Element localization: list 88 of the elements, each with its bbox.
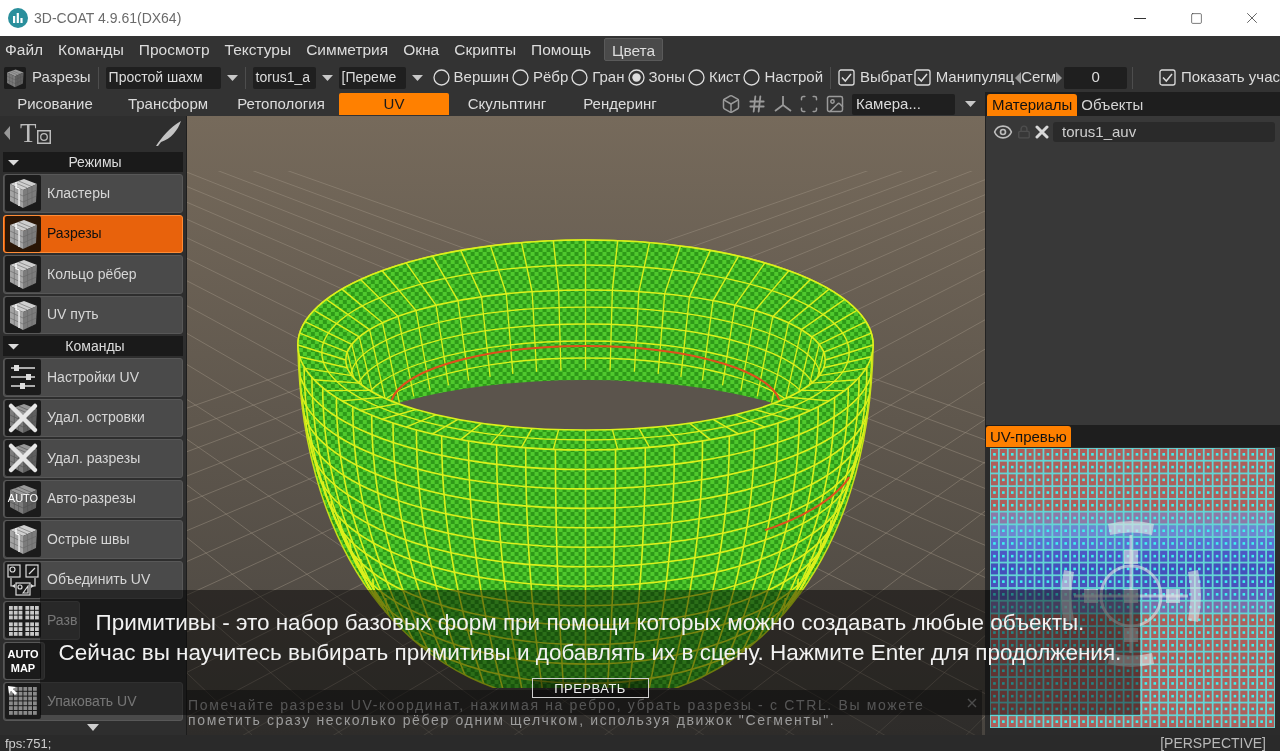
- radio-option[interactable]: Гран: [571, 66, 625, 89]
- tab[interactable]: Материалы: [987, 94, 1078, 116]
- fps-text: fps:751;: [4, 736, 52, 750]
- radio-option[interactable]: Вершин: [432, 66, 509, 89]
- abort-button[interactable]: ПРЕРВАТЬ: [531, 678, 649, 698]
- left-triangle-icon[interactable]: [1015, 71, 1022, 84]
- menu-item[interactable]: Помощь: [531, 37, 591, 62]
- hint-text: Помечайте разрезы UV-координат, нажимая на ребро, убрать разрезы - с CTRL. Вы можете: [188, 698, 925, 713]
- tab[interactable]: Трансформ: [113, 93, 223, 115]
- tool-button[interactable]: Разрезы: [3, 214, 183, 253]
- cube-icon: [5, 256, 41, 293]
- section-header[interactable]: Режимы: [3, 152, 183, 172]
- minimize-icon: [1134, 17, 1146, 19]
- tab[interactable]: Объекты: [1077, 94, 1148, 116]
- segments-input[interactable]: 0: [1064, 66, 1128, 89]
- app-logo-icon: [8, 8, 28, 28]
- cube-icon: [5, 521, 41, 558]
- colors-button[interactable]: Цвета: [603, 38, 664, 61]
- hint-text: пометить сразу несколько рёбер одним щелчком, используя движок "Сегменты".: [188, 713, 836, 728]
- menu-item[interactable]: Окна: [403, 37, 440, 62]
- cube-outline-icon[interactable]: [721, 94, 741, 114]
- menu-item[interactable]: Симметрия: [306, 37, 389, 62]
- merge-icon: [5, 561, 41, 598]
- tool-button[interactable]: Удал. разрезы: [3, 439, 183, 478]
- tool-button[interactable]: Кластеры: [3, 174, 183, 213]
- tool-button[interactable]: AUTO Авто-разрезы: [3, 479, 183, 518]
- eye-icon[interactable]: [993, 122, 1013, 142]
- radio-option[interactable]: Зоны: [627, 66, 685, 89]
- caret-icon[interactable]: [411, 74, 423, 81]
- tab[interactable]: Ретопология: [226, 93, 336, 115]
- dropdown-field[interactable]: torus1_a: [252, 66, 316, 89]
- maximize-icon: [1189, 11, 1203, 25]
- radio-option[interactable]: Кист: [687, 66, 741, 89]
- cube-icon: [5, 215, 41, 252]
- feather-icon[interactable]: [154, 119, 182, 147]
- radio-option[interactable]: Рёбр: [511, 66, 569, 89]
- square-circle-icon: [36, 130, 51, 144]
- material-name-field[interactable]: torus1_auv: [1053, 122, 1275, 142]
- tool-button[interactable]: Объединить UV: [3, 560, 183, 599]
- mode-label: Разрезы: [32, 67, 91, 88]
- menu-item[interactable]: Просмотр: [138, 37, 210, 62]
- tab[interactable]: Скульптинг: [452, 93, 562, 115]
- frame-icon[interactable]: [799, 94, 819, 114]
- text-tool-glyph[interactable]: T: [20, 119, 37, 147]
- scroll-down-icon[interactable]: [87, 724, 99, 731]
- collapse-arrow-icon[interactable]: [4, 126, 10, 140]
- window-title: 3D-COAT 4.9.61(DX64): [34, 8, 182, 28]
- menu-item[interactable]: Команды: [58, 37, 124, 62]
- grid-icon[interactable]: [747, 94, 767, 114]
- tool-button[interactable]: Настройки UV: [3, 358, 183, 397]
- caret-icon[interactable]: [965, 101, 976, 107]
- tool-button[interactable]: UV путь: [3, 295, 183, 334]
- pack-grid-icon: [5, 683, 41, 720]
- menu-item[interactable]: Текстуры: [224, 37, 292, 62]
- image-icon[interactable]: [825, 94, 845, 114]
- tab[interactable]: UV: [339, 93, 449, 115]
- tab[interactable]: UV-превью: [986, 426, 1071, 447]
- menu-item[interactable]: Скрипты: [454, 37, 517, 62]
- checkbox[interactable]: Манипуляц: [913, 66, 1015, 89]
- caret-icon[interactable]: [226, 74, 238, 81]
- radio-option[interactable]: Настрой: [743, 66, 824, 89]
- grid-icon: [5, 602, 41, 639]
- icon-text: AUTO: [7, 493, 39, 505]
- checkbox[interactable]: Показать учас: [1158, 66, 1280, 89]
- dropdown-field[interactable]: Простой шахм: [105, 66, 221, 89]
- camera-dropdown[interactable]: Камера...: [852, 93, 955, 115]
- segments-label: Сегм: [1021, 67, 1057, 88]
- tool-button[interactable]: Удал. островки: [3, 398, 183, 437]
- tab[interactable]: Рендеринг: [565, 93, 675, 115]
- cube-cross-icon: [5, 399, 41, 436]
- cube-icon: [4, 66, 26, 89]
- sliders-icon: [5, 359, 41, 396]
- cube-cross-icon: [5, 440, 41, 477]
- caret-icon[interactable]: [321, 74, 333, 81]
- axes-icon[interactable]: [773, 94, 793, 114]
- checkbox[interactable]: Выбрат: [838, 66, 913, 89]
- menu-item[interactable]: Файл: [5, 37, 44, 62]
- right-triangle-icon[interactable]: [1056, 71, 1063, 84]
- tool-button[interactable]: Острые швы: [3, 520, 183, 559]
- tool-button[interactable]: Кольцо рёбер: [3, 255, 183, 294]
- dropdown-field[interactable]: [Переме: [338, 66, 406, 89]
- section-header[interactable]: Команды: [3, 336, 183, 356]
- tutorial-text: Сейчас вы научитесь выбирать примитивы и добавлять их в сцену. Нажмите Enter для продолжения.: [58, 639, 1122, 667]
- tutorial-text: Примитивы - это набор базовых форм при помощи которых можно создавать любые объекты.: [95, 609, 1085, 637]
- cube-icon: [5, 296, 41, 333]
- projection-label: [PERSPECTIVE]: [1160, 736, 1267, 750]
- cube-icon: [5, 175, 41, 212]
- tab[interactable]: Рисование: [0, 93, 110, 115]
